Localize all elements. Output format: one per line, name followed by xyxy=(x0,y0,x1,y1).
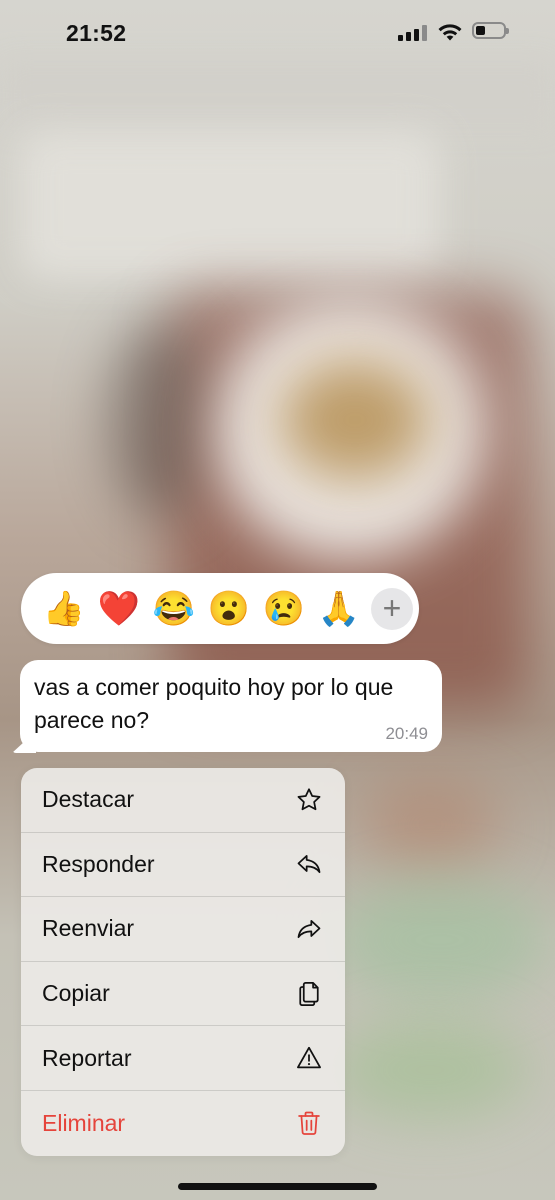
message-time: 20:49 xyxy=(385,724,428,743)
menu-item-label: Eliminar xyxy=(42,1109,126,1136)
thumbs-up-reaction[interactable]: 👍 xyxy=(37,582,91,636)
warning-icon xyxy=(294,1043,324,1073)
reply-icon xyxy=(294,849,324,879)
heart-reaction[interactable]: ❤️ xyxy=(92,582,146,636)
menu-item-eliminar[interactable]: Eliminar xyxy=(21,1091,345,1156)
forward-icon xyxy=(294,914,324,944)
menu-item-copiar[interactable]: Copiar xyxy=(21,962,345,1027)
message-text: vas a comer poquito hoy por lo que parec… xyxy=(34,674,394,733)
menu-item-label: Reportar xyxy=(42,1044,132,1071)
copy-icon xyxy=(294,979,324,1009)
menu-item-destacar[interactable]: Destacar xyxy=(21,768,345,833)
menu-item-label: Reenviar xyxy=(42,915,135,942)
home-indicator[interactable] xyxy=(178,1183,377,1190)
star-icon xyxy=(294,785,324,815)
message-context-menu: Destacar Responder Reenviar Copiar Repor… xyxy=(21,768,345,1156)
menu-item-label: Destacar xyxy=(42,786,135,813)
status-time: 21:52 xyxy=(66,20,127,46)
pray-reaction[interactable]: 🙏 xyxy=(312,582,366,636)
menu-item-reenviar[interactable]: Reenviar xyxy=(21,897,345,962)
cellular-signal-icon xyxy=(398,25,427,41)
more-reactions-button[interactable]: + xyxy=(371,587,413,630)
laugh-reaction[interactable]: 😂 xyxy=(147,582,201,636)
surprised-reaction[interactable]: 😮 xyxy=(202,582,256,636)
reaction-picker: 👍 ❤️ 😂 😮 😢 🙏 + xyxy=(21,573,419,644)
sad-reaction[interactable]: 😢 xyxy=(257,582,311,636)
menu-item-label: Responder xyxy=(42,850,155,877)
menu-item-label: Copiar xyxy=(42,980,110,1007)
menu-item-reportar[interactable]: Reportar xyxy=(21,1026,345,1091)
selected-message-bubble[interactable]: vas a comer poquito hoy por lo que parec… xyxy=(20,660,442,752)
battery-icon xyxy=(472,22,509,39)
trash-icon xyxy=(294,1108,324,1138)
wifi-icon xyxy=(438,24,462,41)
menu-item-responder[interactable]: Responder xyxy=(21,833,345,898)
status-bar: 21:52 xyxy=(0,0,555,66)
